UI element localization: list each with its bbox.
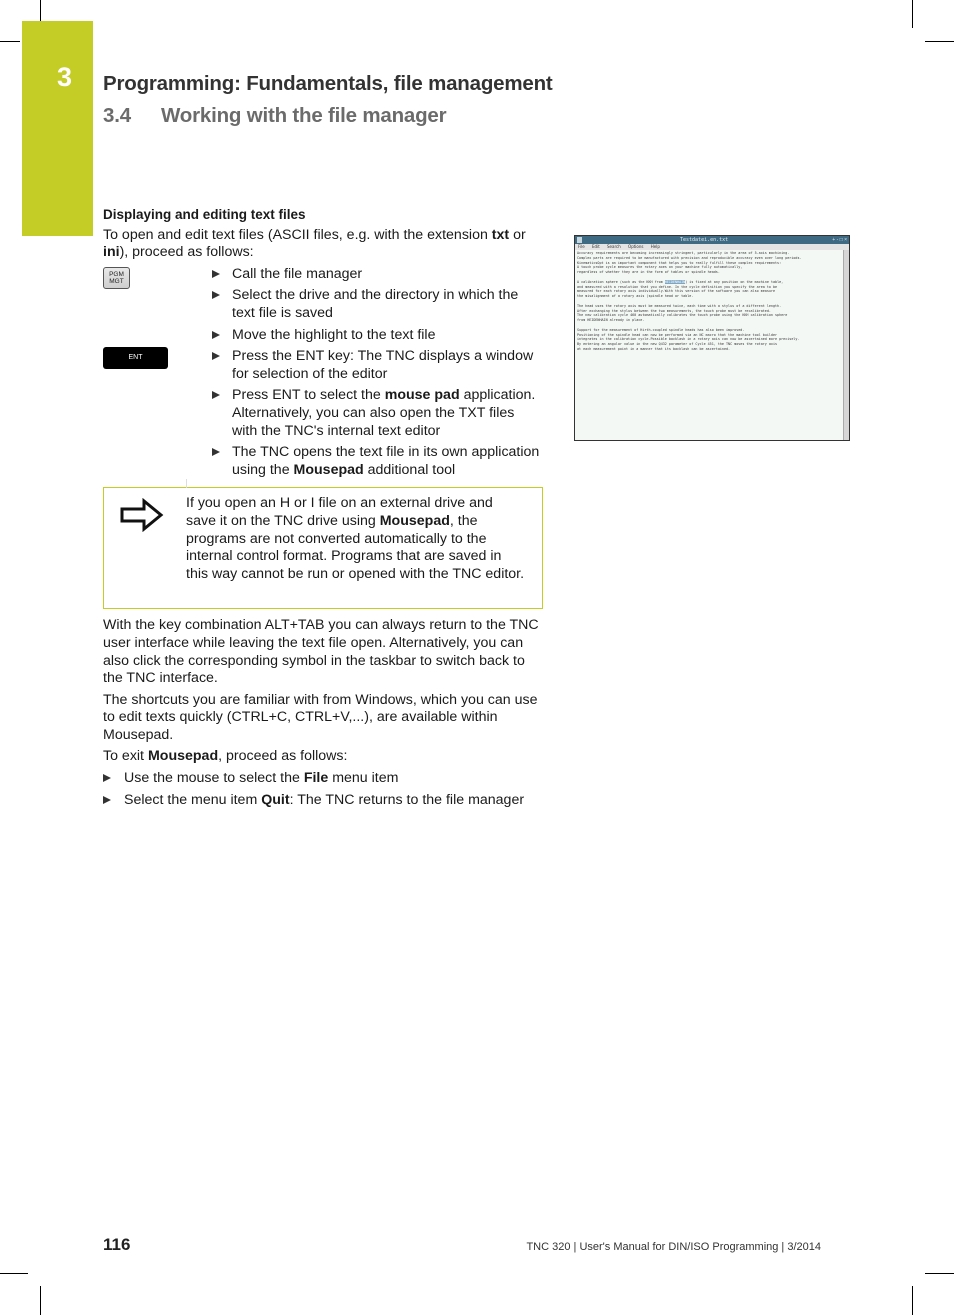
selected-text: HEIDENHAIN [664, 279, 686, 284]
bullet-arrow-icon [212, 291, 220, 300]
crop-mark [0, 1273, 28, 1274]
exit-steps-list: Use the mouse to select the File menu it… [103, 770, 543, 809]
menu-search: Search [607, 244, 621, 249]
window-title: Testdatei.en.txt [680, 237, 729, 243]
intro-paragraph: To open and edit text files (ASCII files… [103, 226, 526, 261]
window-controls: + - □ × [832, 237, 847, 243]
crop-mark [912, 1286, 913, 1315]
step-item: Move the highlight to the text file [212, 327, 543, 345]
paragraph-shortcuts: The shortcuts you are familiar with from… [103, 691, 538, 743]
app-icon [577, 237, 582, 243]
step-item: Press ENT to select the mouse pad applic… [212, 387, 543, 440]
menu-file: File [578, 244, 585, 249]
steps-list: PGM MGT Call the file manager Select the … [103, 266, 543, 480]
note-box: If you open an H or I file on an externa… [103, 479, 543, 610]
step-item: Select the menu item Quit: The TNC retur… [103, 792, 543, 810]
step-group-pgm: PGM MGT Call the file manager Select the … [103, 266, 543, 344]
bullet-arrow-icon [212, 352, 220, 361]
menu-help: Help [650, 244, 660, 249]
step-group-ent: ENT Press the ENT key: The TNC displays … [103, 347, 543, 479]
bullet-arrow-icon [212, 391, 220, 400]
section-title: 3.4 Working with the file manager [103, 104, 447, 128]
step-item: Select the drive and the directory in wh… [212, 287, 543, 322]
crop-mark [925, 1273, 954, 1274]
step-item: Press the ENT key: The TNC displays a wi… [212, 348, 543, 383]
step-item: The TNC opens the text file in its own a… [212, 444, 543, 479]
footer-text: TNC 320 | User's Manual for DIN/ISO Prog… [526, 1241, 821, 1253]
bullet-arrow-icon [212, 269, 220, 278]
section-title-text: Working with the file manager [161, 104, 447, 127]
bullet-arrow-icon [212, 330, 220, 339]
ent-key-icon: ENT [103, 347, 168, 370]
paragraph-alt-tab: With the key combination ALT+TAB you can… [103, 617, 539, 687]
menu-options: Options [628, 244, 644, 249]
step-item: Call the file manager [212, 266, 543, 284]
step-item: Use the mouse to select the File menu it… [103, 770, 543, 788]
chapter-title: Programming: Fundamentals, file manageme… [103, 72, 553, 95]
scrollbar [843, 250, 849, 440]
pgm-mgt-key-icon: PGM MGT [103, 266, 130, 289]
bullet-arrow-icon [103, 795, 111, 804]
crop-mark [40, 1286, 41, 1315]
editor-text: Accuracy requirements are becoming incre… [575, 250, 849, 353]
editor-line: at each measurement point in a manner th… [577, 346, 731, 351]
bullet-arrow-icon [103, 774, 111, 783]
note-text: If you open an H or I file on an externa… [186, 495, 525, 582]
crop-mark [912, 0, 913, 28]
bullet-arrow-icon [212, 448, 220, 457]
page-number: 116 [103, 1235, 131, 1254]
menu-edit: Edit [591, 244, 600, 249]
mousepad-screenshot: Testdatei.en.txt + - □ × File Edit Searc… [574, 235, 850, 441]
subheading: Displaying and editing text files [103, 207, 306, 222]
chapter-number: 3 [57, 62, 73, 92]
chapter-tab [22, 21, 93, 236]
exit-intro: To exit Mousepad, proceed as follows: [103, 748, 348, 765]
section-number: 3.4 [103, 104, 131, 127]
window-titlebar: Testdatei.en.txt + - □ × [575, 236, 849, 244]
crop-mark [925, 41, 954, 42]
crop-mark [0, 41, 20, 42]
main-content: Displaying and editing text files To ope… [103, 206, 543, 813]
arrow-right-icon [120, 498, 164, 533]
